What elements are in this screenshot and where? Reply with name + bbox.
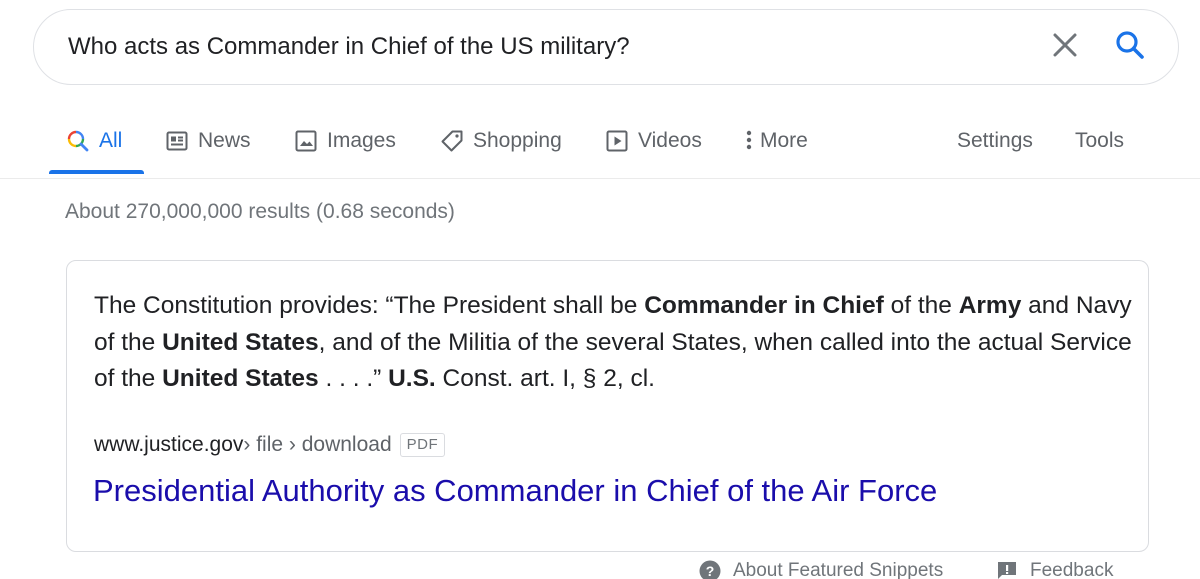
snippet-highlight: United States [162,365,319,392]
tab-settings[interactable]: Settings [957,104,1033,178]
feedback-link[interactable]: Feedback [996,560,1113,579]
search-input[interactable] [68,10,1028,84]
snippet-segment: The Constitution provides: “The Presiden… [94,292,645,319]
search-button[interactable] [1112,29,1148,65]
more-vert-icon [744,129,754,153]
snippet-highlight: Commander in Chief [644,292,884,319]
snippet-text: The Constitution provides: “The Presiden… [94,288,1134,398]
tab-label: Videos [638,129,702,152]
pdf-badge: PDF [399,433,446,457]
tab-videos[interactable]: Videos [605,104,702,178]
tab-label: Shopping [473,129,562,152]
search-icon [66,129,90,153]
snippet-highlight: U.S. [388,365,436,392]
feedback-label: Feedback [1030,560,1114,579]
tab-tools[interactable]: Tools [1075,104,1124,178]
featured-snippet-card: The Constitution provides: “The Presiden… [66,260,1149,552]
source-domain: www.justice.gov [94,433,244,456]
search-tabs: All News Images Shopping Videos More Set… [0,104,1200,178]
about-featured-snippets-link[interactable]: ? About Featured Snippets [699,560,943,579]
feedback-icon [996,560,1018,579]
tab-label: More [760,129,808,152]
tab-more[interactable]: More [744,104,808,178]
svg-text:?: ? [706,563,715,579]
search-bar [33,9,1179,85]
tab-all[interactable]: All [66,104,122,178]
play-icon [605,129,629,153]
tab-images[interactable]: Images [294,104,396,178]
close-icon [1052,32,1078,63]
snippet-highlight: United States [162,328,319,356]
result-title-link[interactable]: Presidential Authority as Commander in C… [93,473,937,509]
search-icon [1114,29,1146,66]
about-featured-snippets-label: About Featured Snippets [733,560,944,579]
tab-label: Settings [957,129,1033,152]
image-icon [294,129,318,153]
tab-label: News [198,129,251,152]
tab-label: Images [327,129,396,152]
tab-shopping[interactable]: Shopping [440,104,562,178]
result-source: www.justice.gov › file › download PDF [94,433,446,457]
snippet-segment: Const. art. I, § 2, cl. [435,365,655,392]
tab-label: All [99,129,123,152]
snippet-segment: of the [883,292,959,319]
snippet-highlight: Army [958,292,1022,319]
active-tab-indicator [49,170,144,174]
snippet-footer: ? About Featured Snippets Feedback [0,558,1200,579]
help-icon: ? [699,560,721,579]
snippet-segment: . . . .” [318,365,389,392]
tab-label: Tools [1075,129,1125,152]
clear-search-button[interactable] [1048,30,1082,64]
news-icon [165,129,189,153]
tab-news[interactable]: News [165,104,251,178]
tabs-divider [0,178,1200,179]
tag-icon [440,129,464,153]
source-breadcrumb: › file › download [243,433,392,456]
result-stats: About 270,000,000 results (0.68 seconds) [65,200,455,223]
